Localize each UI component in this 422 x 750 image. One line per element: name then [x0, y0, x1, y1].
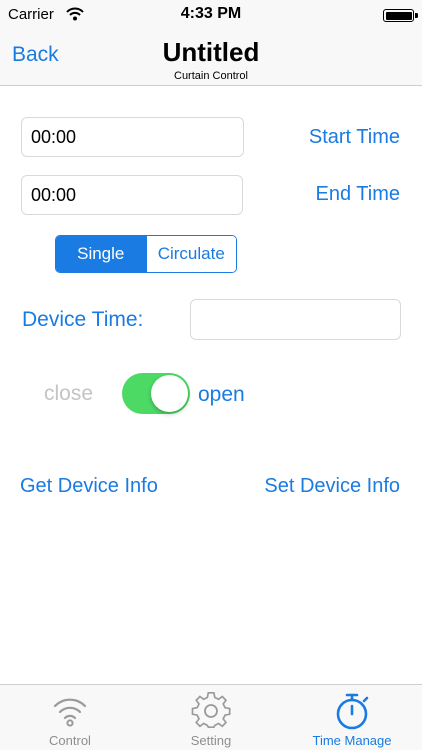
- status-time: 4:33 PM: [180, 5, 242, 22]
- mode-segmented-control: Single Circulate: [55, 235, 237, 273]
- get-device-info-button[interactable]: Get Device Info: [20, 475, 158, 498]
- device-time-label: Device Time:: [22, 308, 144, 331]
- switch-on-label: open: [198, 383, 245, 406]
- start-time-button[interactable]: Start Time: [309, 126, 400, 149]
- page-title: Untitled: [162, 37, 260, 67]
- gear-icon: [191, 691, 231, 729]
- segment-circulate[interactable]: Circulate: [145, 236, 236, 272]
- tab-time-manage[interactable]: Time Manage: [282, 685, 422, 750]
- wifi-icon: [53, 698, 87, 727]
- switch-knob: [151, 375, 188, 412]
- tab-bar: Control Setting Time Manage: [0, 684, 422, 750]
- tab-label: Setting: [190, 733, 232, 748]
- segment-single[interactable]: Single: [56, 236, 146, 272]
- tab-label: Control: [49, 733, 91, 748]
- start-time-field[interactable]: 00:00: [21, 117, 244, 157]
- switch-off-label: close: [44, 382, 94, 405]
- tab-control[interactable]: Control: [0, 685, 140, 750]
- device-time-field[interactable]: [190, 299, 401, 340]
- navigation-bar: Back Untitled Curtain Control: [0, 30, 422, 86]
- end-time-field[interactable]: 00:00: [21, 175, 243, 215]
- open-close-switch[interactable]: [122, 373, 190, 414]
- tab-setting[interactable]: Setting: [141, 685, 281, 750]
- status-bar: Carrier 4:33 PM: [0, 0, 422, 30]
- end-time-button[interactable]: End Time: [316, 183, 400, 206]
- stopwatch-icon: [336, 693, 369, 730]
- tab-label: Time Manage: [312, 733, 392, 748]
- page-subtitle: Curtain Control: [174, 70, 248, 82]
- battery-icon: [383, 9, 418, 22]
- set-device-info-button[interactable]: Set Device Info: [264, 475, 400, 498]
